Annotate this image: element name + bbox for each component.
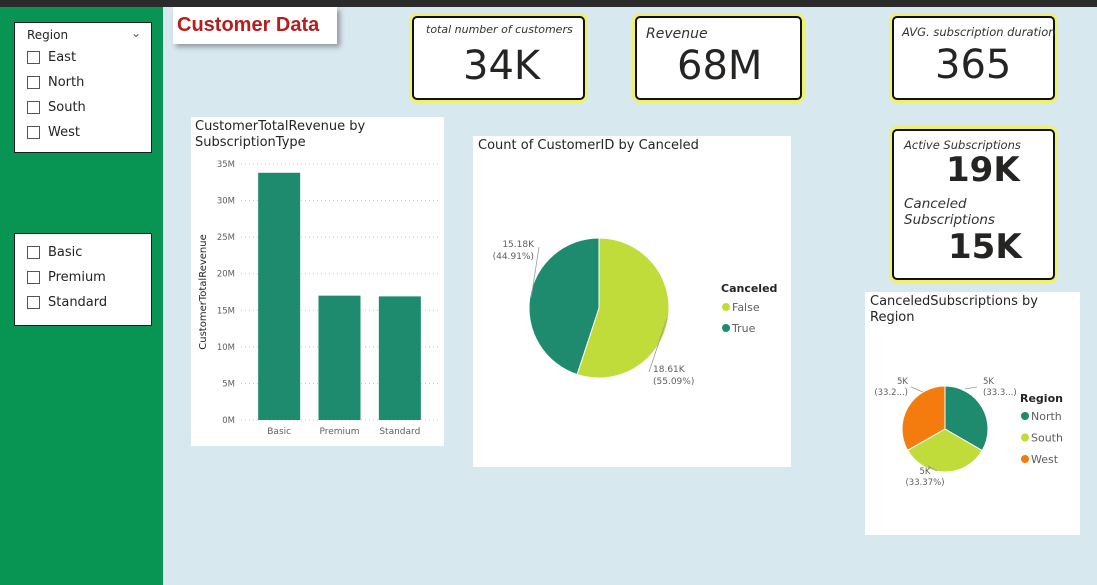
x-tick-label: Basic	[267, 427, 291, 437]
chevron-down-icon[interactable]: ⌄	[131, 26, 141, 40]
y-tick-label: 5M	[222, 379, 235, 389]
region-slicer-title: Region	[27, 28, 69, 42]
data-label-percent: (55.09%)	[653, 377, 694, 387]
slicer-option-premium[interactable]: Premium	[27, 267, 106, 287]
canceled-pie-chart: 18.61K (55.09%) 15.18K (44.91%) Canceled Fals…	[493, 237, 777, 387]
x-tick-label: Standard	[379, 427, 420, 437]
card-total-customers: total number of customers 34K	[409, 13, 588, 103]
bar	[318, 295, 361, 420]
card-label: total number of customers	[426, 23, 573, 36]
legend-label: True	[731, 322, 756, 335]
bar-chart: 0M 5M 10M 15M 20M 25M 30M 35M CustomerTotalReven…	[198, 160, 438, 437]
region-slicer: Region ⌄ East North South West	[14, 22, 152, 153]
legend-marker	[722, 324, 730, 332]
legend-title: Canceled	[721, 282, 777, 295]
leader-line	[964, 386, 978, 390]
legend-marker	[1021, 455, 1029, 463]
page-title: Customer Data	[177, 14, 320, 36]
checkbox[interactable]	[27, 295, 40, 309]
slicer-option-label: East	[48, 49, 77, 65]
slicer-option-basic[interactable]: Basic	[27, 242, 82, 262]
slicer-option-west[interactable]: West	[27, 122, 80, 142]
card-value: 15K	[948, 227, 1022, 267]
y-tick-label: 0M	[222, 416, 235, 426]
checkbox[interactable]	[27, 125, 40, 139]
card-avg-duration: AVG. subscription duration 365	[889, 13, 1058, 103]
slicer-option-label: West	[48, 124, 80, 140]
card-value: 68M	[677, 43, 763, 89]
legend-label: False	[732, 301, 760, 314]
card-value: 19K	[946, 150, 1020, 190]
data-label-value: 15.18K	[502, 240, 535, 250]
data-label-value: 5K	[983, 377, 994, 387]
leader-line	[910, 386, 924, 393]
slicer-option-north[interactable]: North	[27, 72, 84, 92]
slicer-option-label: South	[48, 99, 86, 115]
subscription-slicer: Basic Premium Standard	[14, 233, 152, 326]
bar	[378, 296, 421, 420]
page-title-box: Customer Data	[173, 7, 337, 44]
slicer-option-east[interactable]: East	[27, 47, 76, 67]
legend-marker	[722, 303, 730, 311]
slicer-option-label: North	[48, 74, 85, 90]
y-tick-label: 10M	[217, 343, 235, 353]
data-label-percent: (33.3...)	[983, 388, 1017, 398]
bar-chart-panel: CustomerTotalRevenue by SubscriptionType…	[191, 117, 444, 446]
region-pie-chart: 5K(33.3...)5K(33.37%)5K(33.2...) RegionNo…	[874, 377, 1063, 488]
slicer-option-label: Standard	[48, 294, 108, 310]
legend-label: West	[1031, 453, 1059, 466]
data-label-value: 5K	[897, 377, 908, 387]
y-tick-label: 30M	[217, 197, 235, 207]
y-axis-label: CustomerTotalRevenue	[198, 234, 209, 349]
x-tick-label: Premium	[319, 427, 359, 437]
card-label: AVG. subscription duration	[902, 25, 1056, 39]
legend-marker	[1021, 412, 1029, 420]
card-label: Revenue	[646, 26, 708, 42]
y-tick-label: 35M	[217, 160, 235, 170]
checkbox[interactable]	[27, 245, 40, 259]
bar	[258, 172, 301, 420]
slicer-option-standard[interactable]: Standard	[27, 292, 107, 312]
y-tick-label: 15M	[217, 306, 235, 316]
card-subscriptions: Active Subscriptions 19K Canceled Subscr…	[889, 126, 1058, 283]
data-label-percent: (33.2...)	[874, 388, 908, 398]
data-label-value: 5K	[920, 467, 931, 477]
legend-label: South	[1031, 432, 1063, 445]
legend-marker	[1021, 433, 1029, 442]
legend-label: North	[1031, 410, 1062, 423]
card-value: 365	[935, 42, 1012, 88]
y-tick-label: 20M	[217, 270, 235, 280]
data-label-percent: (44.91%)	[493, 252, 534, 262]
checkbox[interactable]	[27, 270, 40, 284]
card-revenue: Revenue 68M	[632, 13, 805, 103]
slicer-option-label: Basic	[48, 244, 83, 260]
top-bar	[0, 0, 1097, 7]
slicer-option-south[interactable]: South	[27, 97, 86, 117]
legend-title: Region	[1020, 392, 1063, 405]
data-label-percent: (33.37%)	[905, 478, 944, 488]
checkbox[interactable]	[27, 50, 40, 64]
checkbox[interactable]	[27, 75, 40, 89]
data-label-value: 18.61K	[653, 365, 686, 375]
checkbox[interactable]	[27, 100, 40, 114]
slicer-option-label: Premium	[48, 269, 106, 285]
canceled-pie-panel: Count of CustomerID by Canceled 18.61K (5…	[473, 136, 791, 467]
card-label: Canceled Subscriptions	[904, 196, 995, 228]
y-tick-label: 25M	[217, 233, 235, 243]
card-value: 34K	[463, 43, 541, 89]
region-pie-panel: CanceledSubscriptions by Region 5K (33.3.…	[865, 292, 1080, 535]
